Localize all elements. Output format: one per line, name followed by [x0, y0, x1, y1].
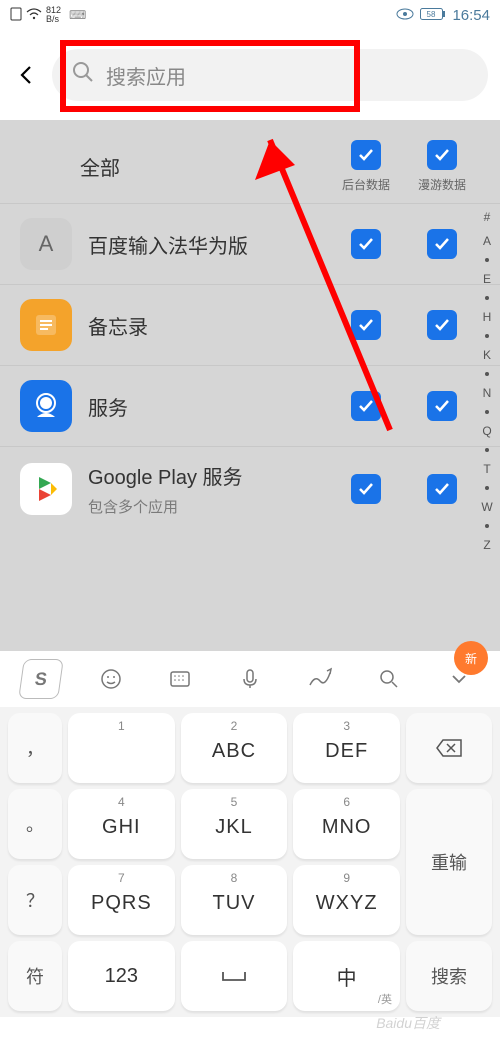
key-8-tuv[interactable]: 8TUV — [181, 865, 288, 935]
app-name: Google Play 服务 — [88, 461, 328, 490]
handwrite-button[interactable] — [300, 659, 340, 699]
key-reinput[interactable]: 重输 — [406, 789, 492, 935]
index-current-dot[interactable] — [485, 258, 489, 262]
app-row[interactable]: Google Play 服务 包含多个应用 — [0, 447, 500, 531]
key-7-pqrs[interactable]: 7PQRS — [68, 865, 175, 935]
key-backspace[interactable] — [406, 713, 492, 783]
key-symbols[interactable]: 符 — [8, 941, 62, 1011]
checkbox-background[interactable] — [351, 474, 381, 504]
baidu-watermark: Baidu百度 — [376, 1013, 440, 1033]
keyboard-switch-button[interactable] — [160, 659, 200, 699]
index-letter[interactable]: H — [483, 310, 492, 324]
checkbox-roaming[interactable] — [427, 229, 457, 259]
battery-icon: 58 — [420, 8, 446, 23]
index-dot — [485, 334, 489, 338]
index-letter[interactable]: T — [483, 462, 490, 476]
alpha-index[interactable]: # A E H K N Q T W Z — [478, 210, 496, 552]
emoji-button[interactable] — [91, 659, 131, 699]
key-4-ghi[interactable]: 4GHI — [68, 789, 175, 859]
app-name: 服务 — [88, 392, 328, 421]
app-icon-baidu-ime: A — [20, 218, 72, 270]
sogou-keyboard: 新 S ， 1 2A — [0, 651, 500, 1039]
app-row[interactable]: 服务 — [0, 366, 500, 447]
index-letter[interactable]: E — [483, 272, 491, 286]
key-5-jkl[interactable]: 5JKL — [181, 789, 288, 859]
index-letter[interactable]: N — [483, 386, 492, 400]
checkbox-roaming-all[interactable] — [427, 140, 457, 170]
index-dot — [485, 486, 489, 490]
eye-icon — [396, 8, 414, 23]
app-icon-google-play — [20, 463, 72, 515]
app-name: 百度输入法华为版 — [88, 230, 328, 259]
all-apps-label: 全部 — [72, 152, 328, 181]
key-search[interactable]: 搜索 — [406, 941, 492, 1011]
checkbox-background[interactable] — [351, 310, 381, 340]
svg-text:58: 58 — [427, 10, 436, 19]
search-header: 搜索应用 — [0, 30, 500, 120]
checkbox-background[interactable] — [351, 391, 381, 421]
keyboard-toolbar: S — [0, 651, 500, 707]
key-lang-switch[interactable]: 中 /英 — [293, 941, 400, 1011]
key-9-wxyz[interactable]: 9WXYZ — [293, 865, 400, 935]
index-dot — [485, 410, 489, 414]
status-bar: 812 B/s ⌨ 58 16:54 — [0, 0, 500, 30]
key-123[interactable]: 123 — [68, 941, 175, 1011]
key-1[interactable]: 1 — [68, 713, 175, 783]
search-icon — [72, 61, 94, 89]
ime-icon: ⌨ — [69, 8, 86, 22]
checkbox-roaming[interactable] — [427, 391, 457, 421]
key-comma[interactable]: ， — [8, 713, 62, 783]
list-header-row: 全部 后台数据 漫游数据 — [0, 120, 500, 204]
network-speed: 812 B/s — [46, 6, 61, 24]
index-dot — [485, 296, 489, 300]
back-button[interactable] — [12, 60, 42, 90]
checkbox-roaming[interactable] — [427, 310, 457, 340]
index-letter[interactable]: W — [481, 500, 492, 514]
col-roaming-label: 漫游数据 — [418, 176, 466, 193]
checkbox-background[interactable] — [351, 229, 381, 259]
key-period[interactable]: 。 — [8, 789, 62, 859]
app-icon-service — [20, 380, 72, 432]
checkbox-roaming[interactable] — [427, 474, 457, 504]
app-list: 全部 后台数据 漫游数据 A 百度输入法华为版 — [0, 120, 500, 651]
app-icon-notes — [20, 299, 72, 351]
sogou-logo-button[interactable]: S — [18, 659, 64, 699]
index-letter[interactable]: A — [483, 234, 491, 248]
index-dot — [485, 524, 489, 528]
app-row[interactable]: A 百度输入法华为版 — [0, 204, 500, 285]
sim-icon — [10, 7, 22, 24]
index-letter[interactable]: Q — [482, 424, 491, 438]
clock-time: 16:54 — [452, 7, 490, 24]
search-input[interactable]: 搜索应用 — [52, 49, 488, 101]
key-space[interactable] — [181, 941, 288, 1011]
voice-button[interactable] — [230, 659, 270, 699]
index-letter[interactable]: # — [484, 210, 491, 224]
col-background-label: 后台数据 — [342, 176, 390, 193]
key-2-abc[interactable]: 2ABC — [181, 713, 288, 783]
app-sub: 包含多个应用 — [88, 496, 328, 517]
index-dot — [485, 372, 489, 376]
key-question[interactable]: ？ — [8, 865, 62, 935]
checkbox-background-all[interactable] — [351, 140, 381, 170]
index-dot — [485, 448, 489, 452]
index-letter[interactable]: Z — [483, 538, 490, 552]
keyboard-new-badge[interactable]: 新 — [454, 641, 488, 675]
app-row[interactable]: 备忘录 — [0, 285, 500, 366]
wifi-icon — [26, 8, 42, 23]
index-letter[interactable]: K — [483, 348, 491, 362]
search-toolbar-button[interactable] — [369, 659, 409, 699]
search-placeholder: 搜索应用 — [106, 61, 186, 90]
key-3-def[interactable]: 3DEF — [293, 713, 400, 783]
key-6-mno[interactable]: 6MNO — [293, 789, 400, 859]
app-name: 备忘录 — [88, 311, 328, 340]
